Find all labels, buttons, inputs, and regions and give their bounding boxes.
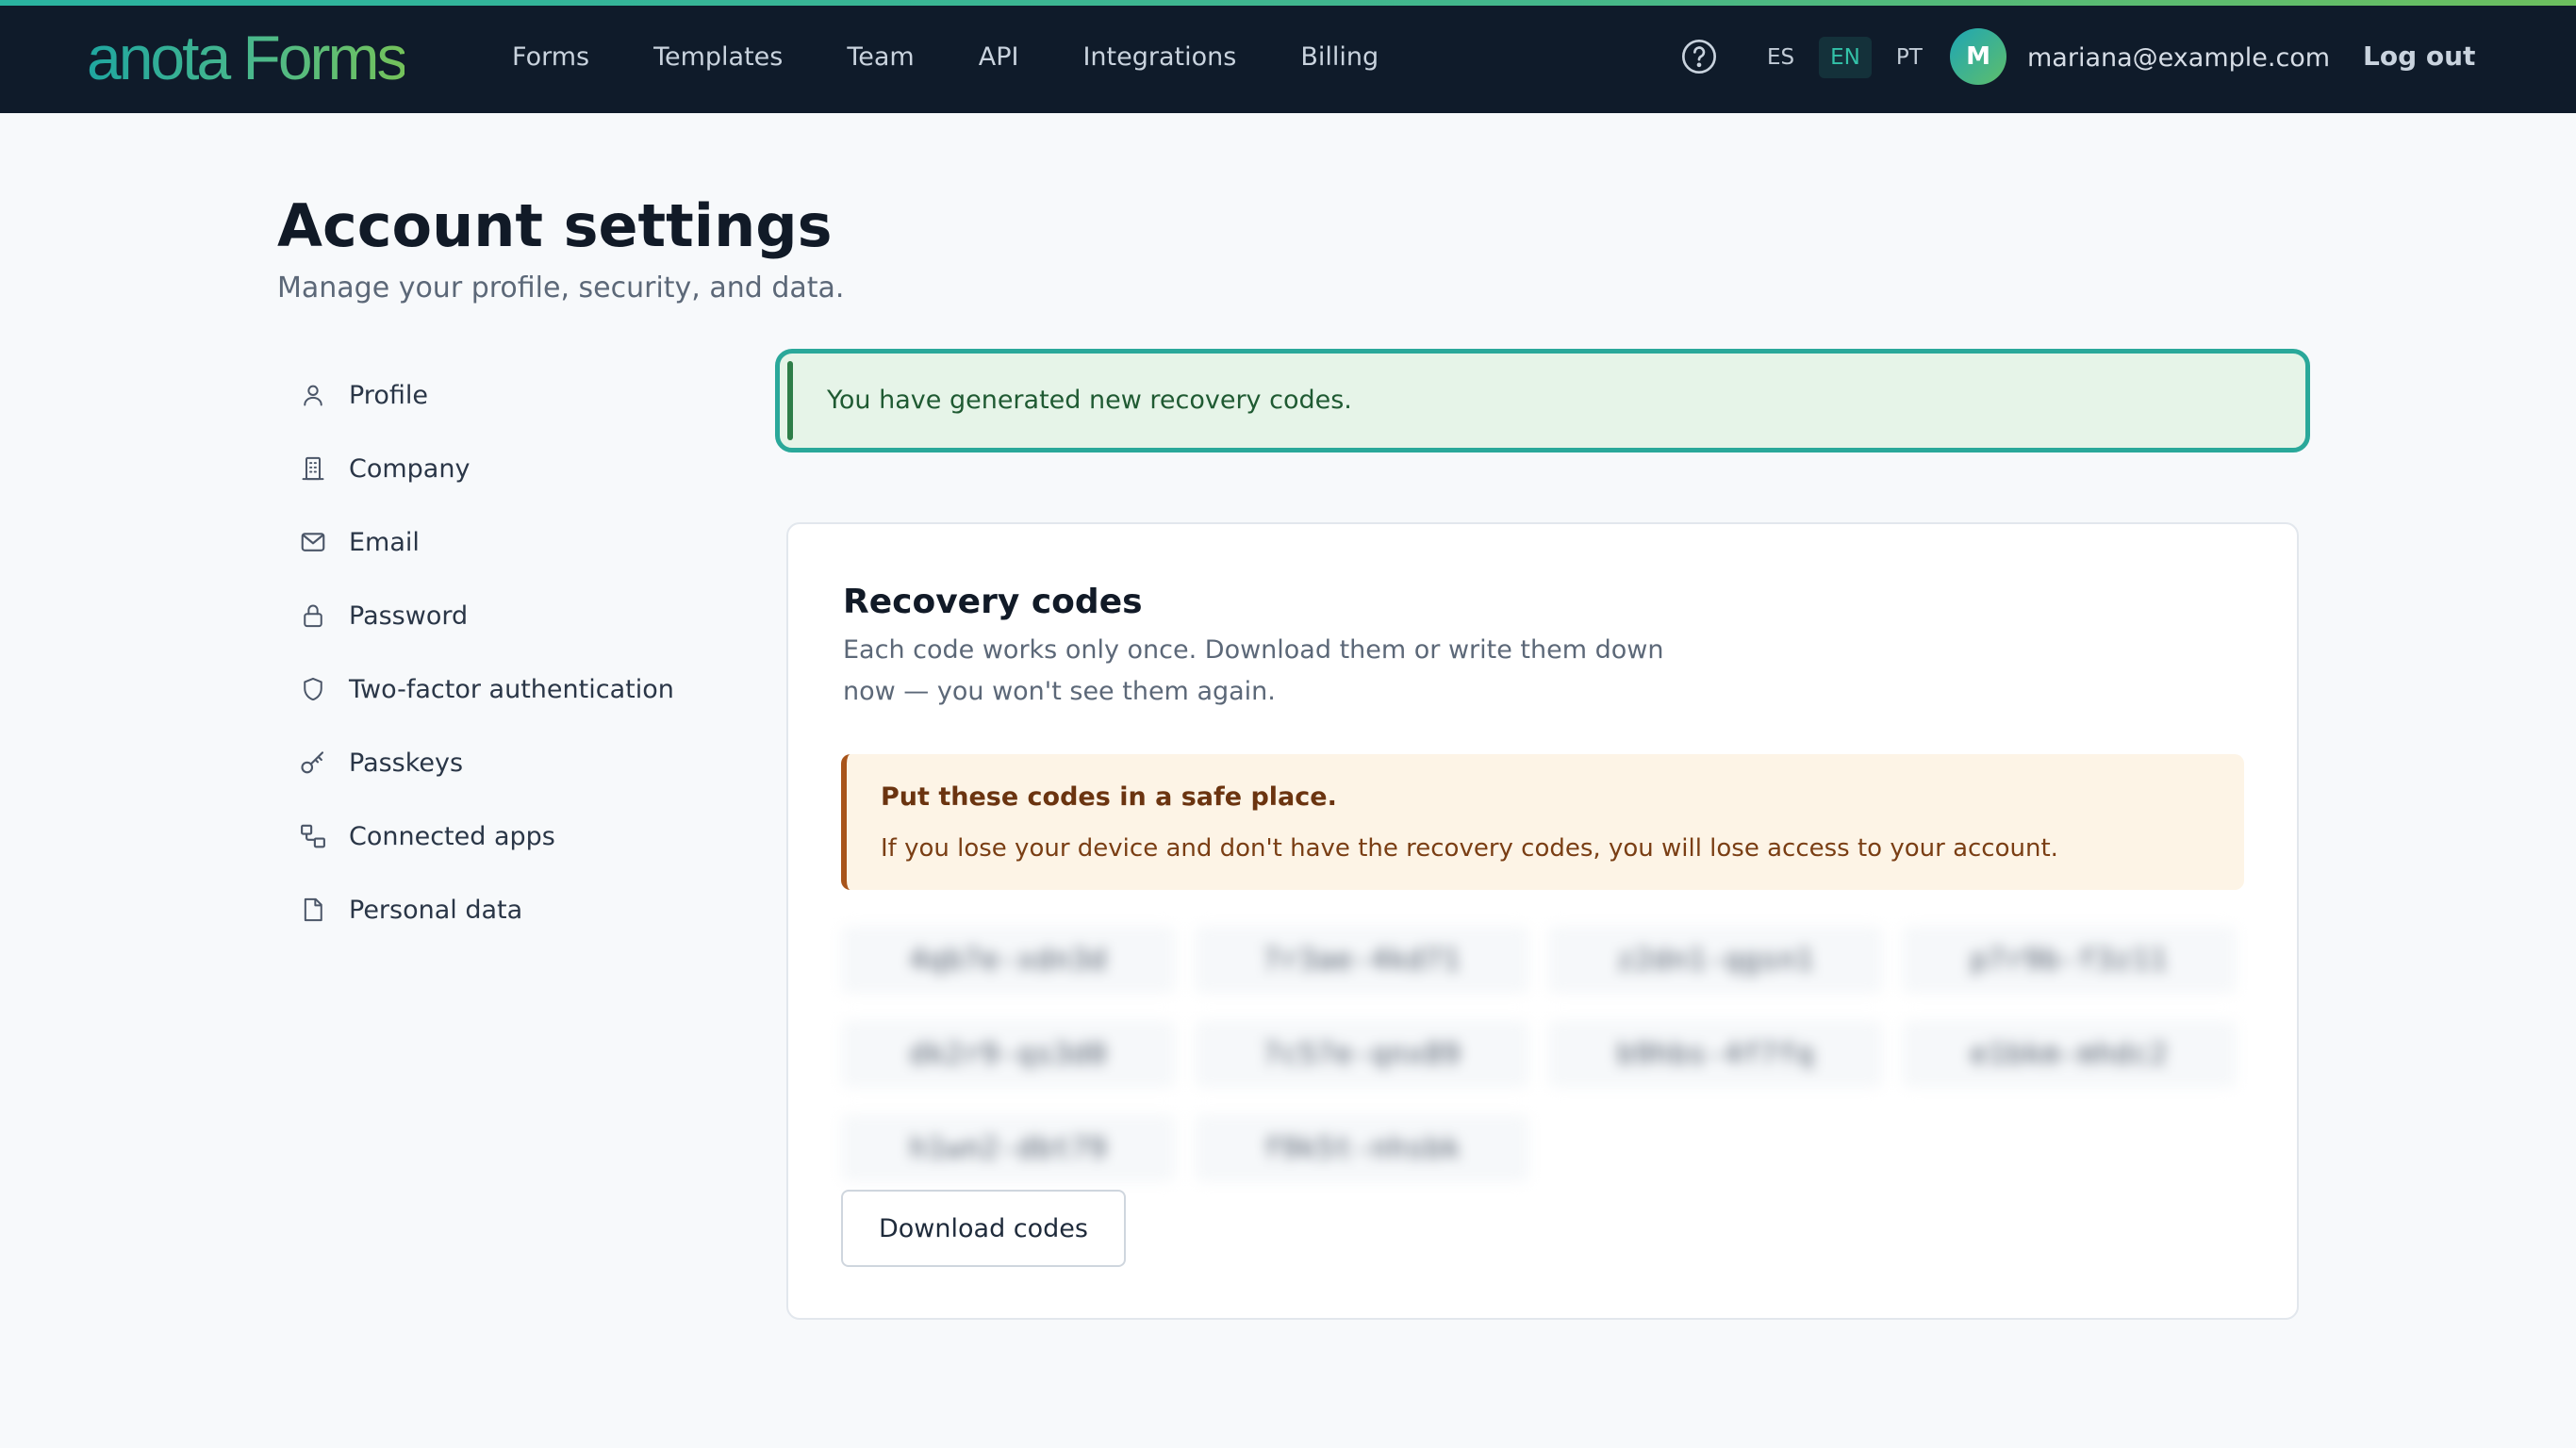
success-alert: You have generated new recovery codes. (775, 349, 2310, 452)
file-icon (296, 893, 330, 927)
avatar[interactable]: M (1950, 28, 2006, 85)
recovery-code: 7r3ae-4kd71 (1195, 926, 1529, 994)
logout-button[interactable]: Log out (2363, 36, 2475, 77)
nav-billing[interactable]: Billing (1300, 42, 1379, 72)
warning-title: Put these codes in a safe place. (881, 782, 1337, 812)
sidebar-item-label: Personal data (349, 895, 523, 925)
sidebar-item-password[interactable]: Password (296, 590, 730, 641)
sidebar-item-label: Connected apps (349, 821, 555, 851)
sidebar-item-label: Two-factor authentication (349, 674, 674, 704)
page-title: Account settings (277, 191, 833, 260)
nav-templates[interactable]: Templates (653, 42, 783, 72)
recovery-code: b9hbs-4f7fq (1548, 1020, 1883, 1088)
building-icon (296, 452, 330, 485)
recovery-code: 7c57e-qnx89 (1195, 1020, 1529, 1088)
sidebar-item-company[interactable]: Company (296, 443, 730, 494)
recovery-code: e1bkm-mhdc2 (1902, 1020, 2237, 1088)
recovery-code: f9k5t-nhsbk (1195, 1114, 1529, 1182)
alert-accent-bar (787, 361, 793, 440)
lang-es[interactable]: ES (1756, 37, 1806, 78)
lang-en[interactable]: EN (1819, 37, 1872, 78)
apps-icon (296, 819, 330, 853)
sidebar-item-connected-apps[interactable]: Connected apps (296, 811, 730, 862)
sidebar-item-label: Email (349, 527, 420, 557)
download-codes-button[interactable]: Download codes (841, 1190, 1126, 1267)
alert-message: You have generated new recovery codes. (827, 386, 1352, 415)
key-icon (296, 746, 330, 780)
nav-integrations[interactable]: Integrations (1082, 42, 1236, 72)
sidebar-item-two-factor[interactable]: Two-factor authentication (296, 664, 730, 715)
sidebar-item-label: Password (349, 601, 469, 631)
recovery-codes-card: Recovery codes Each code works only once… (786, 522, 2299, 1320)
sidebar-item-label: Company (349, 453, 471, 484)
recovery-codes-grid: 4qb7e-xdn3d 7r3ae-4kd71 z2dn1-qgsn1 p7r9… (841, 926, 2246, 1182)
mail-icon (296, 525, 330, 559)
recovery-code: 4qb7e-xdn3d (841, 926, 1176, 994)
sidebar-item-label: Profile (349, 380, 428, 410)
sidebar-item-passkeys[interactable]: Passkeys (296, 737, 730, 788)
nav-forms[interactable]: Forms (512, 42, 589, 72)
warning-body: If you lose your device and don't have t… (881, 834, 2058, 863)
user-icon (296, 378, 330, 412)
settings-sidebar: Profile Company Email Password Two-facto… (296, 370, 730, 958)
recovery-code: h1wn2-dbt79 (841, 1114, 1176, 1182)
sidebar-item-label: Passkeys (349, 748, 464, 778)
nav-api[interactable]: API (979, 42, 1019, 72)
shield-icon (296, 672, 330, 706)
sidebar-item-profile[interactable]: Profile (296, 370, 730, 420)
question-circle-icon[interactable] (1680, 38, 1718, 75)
recovery-code: z2dn1-qgsn1 (1548, 926, 1883, 994)
recovery-code: p7r9b-f3z11 (1902, 926, 2237, 994)
card-title: Recovery codes (843, 583, 1143, 621)
app-logo[interactable]: anota Forms (87, 25, 407, 90)
page-subtitle: Manage your profile, security, and data. (277, 272, 845, 304)
card-description: Each code works only once. Download them… (843, 635, 1664, 706)
main-nav: Forms Templates Team API Integrations Bi… (512, 0, 1443, 113)
sidebar-item-personal-data[interactable]: Personal data (296, 884, 730, 935)
recovery-code: dk2r9-qs3d0 (841, 1020, 1176, 1088)
language-switcher: ES EN PT (1756, 37, 1947, 78)
lang-pt[interactable]: PT (1885, 37, 1934, 78)
warning-callout: Put these codes in a safe place. If you … (841, 754, 2244, 890)
user-email[interactable]: mariana@example.com (2027, 38, 2330, 79)
lock-icon (296, 599, 330, 633)
nav-team[interactable]: Team (847, 42, 914, 72)
sidebar-item-email[interactable]: Email (296, 517, 730, 568)
top-navbar: anota Forms Forms Templates Team API Int… (0, 0, 2576, 113)
